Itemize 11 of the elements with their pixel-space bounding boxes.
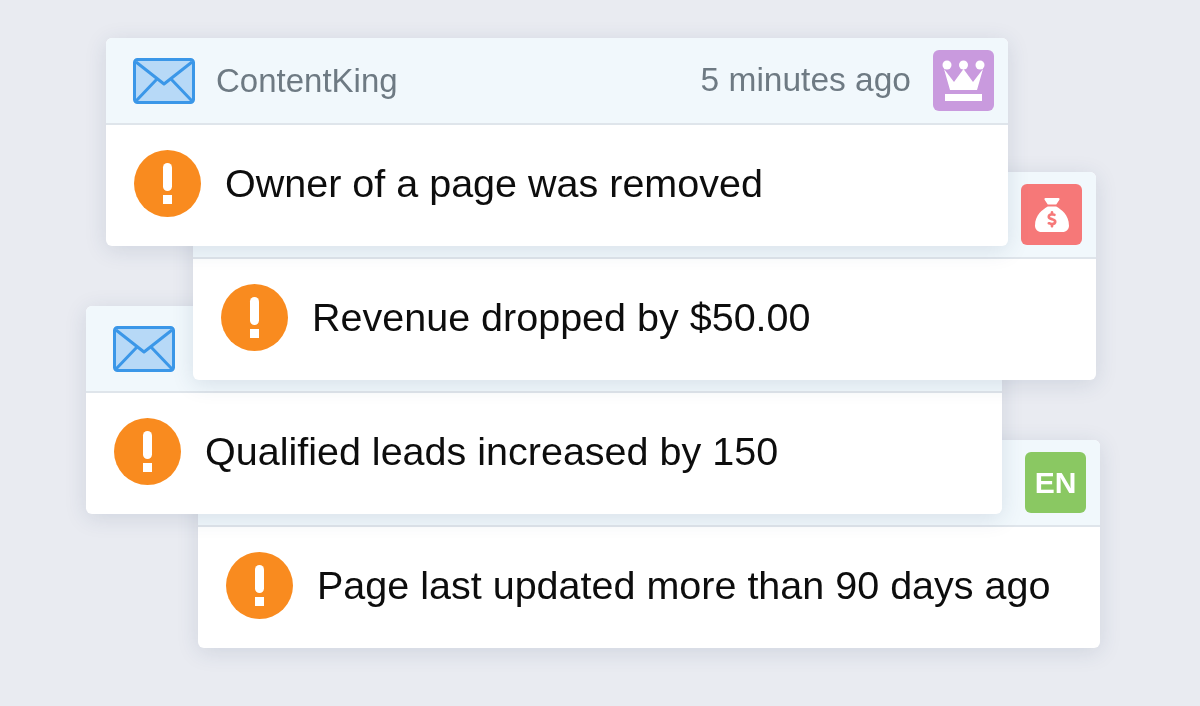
- sender-name: ContentKing: [216, 60, 398, 101]
- alert-icon: [114, 418, 181, 485]
- alert-icon: [226, 552, 293, 619]
- notification-message: Qualified leads increased by 150: [205, 427, 779, 475]
- notification-message: Revenue dropped by $50.00: [312, 293, 811, 341]
- notification-message: Page last updated more than 90 days ago: [317, 561, 1051, 609]
- notification-message: Owner of a page was removed: [225, 159, 763, 207]
- timestamp: 5 minutes ago: [700, 60, 911, 101]
- alert-icon: [221, 284, 288, 351]
- alert-icon: [134, 150, 201, 217]
- language-tag: EN: [1025, 452, 1086, 513]
